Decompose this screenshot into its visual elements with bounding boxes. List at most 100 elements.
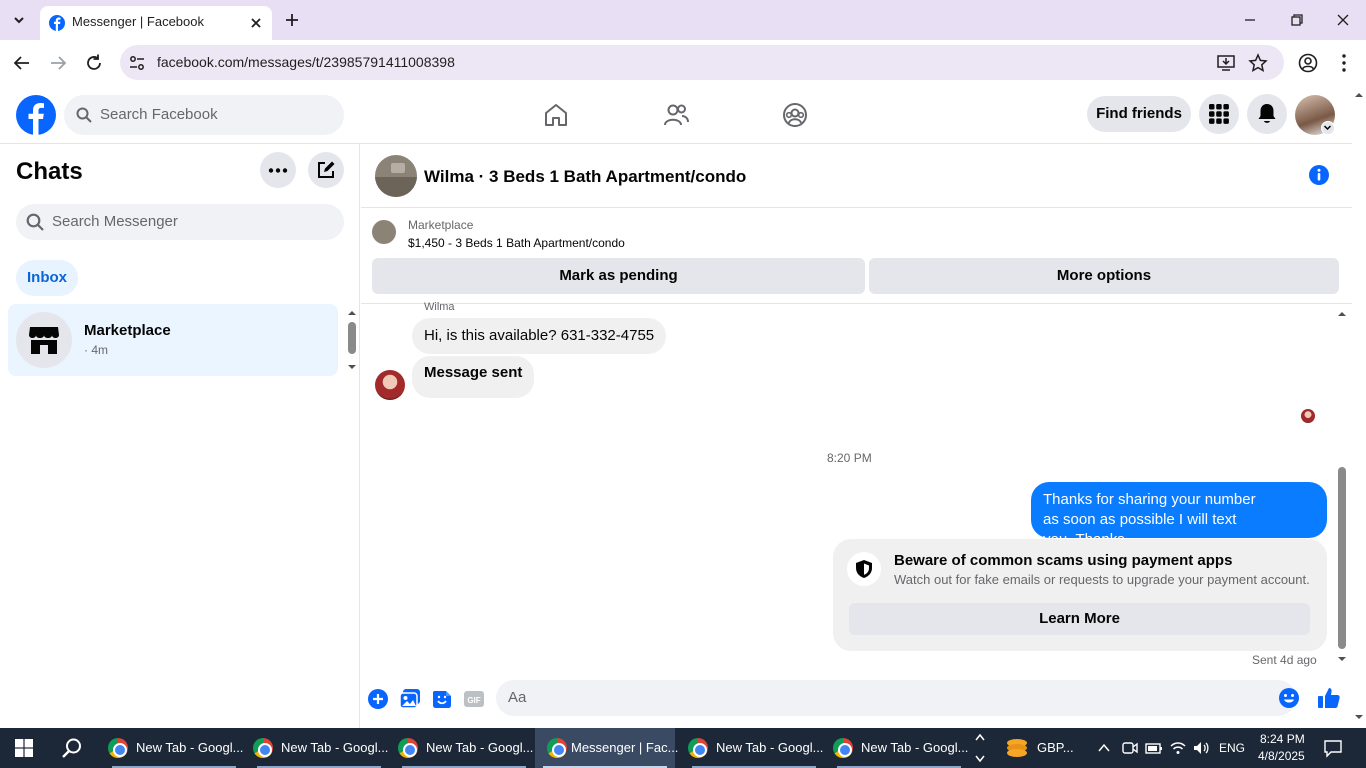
meet-now-icon[interactable]	[1121, 739, 1139, 757]
language-indicator[interactable]: ENG	[1219, 741, 1245, 755]
address-bar[interactable]: facebook.com/messages/t/2398579141100839…	[120, 45, 1284, 80]
friends-nav-icon[interactable]	[663, 102, 689, 128]
taskbar-chrome-window[interactable]: New Tab - Googl...	[104, 728, 244, 768]
menu-grid-button[interactable]	[1199, 94, 1239, 134]
browser-tab-messenger[interactable]: Messenger | Facebook	[40, 6, 272, 40]
conversation-scrollbar-thumb[interactable]	[1338, 467, 1346, 649]
sidebar-scroll-down-icon[interactable]	[345, 362, 359, 372]
facebook-logo-icon[interactable]	[16, 95, 56, 135]
sticker-icon[interactable]	[431, 688, 453, 710]
taskbar-window-label: New Tab - Googl...	[861, 740, 969, 755]
clock-time[interactable]: 8:24 PM	[1260, 732, 1305, 746]
outgoing-message[interactable]: Thanks for sharing your number as soon a…	[1031, 482, 1327, 548]
facebook-search-input[interactable]: Search Facebook	[64, 95, 344, 135]
wifi-icon[interactable]	[1169, 739, 1187, 757]
chat-options-button[interactable]	[260, 152, 296, 188]
conversation-title[interactable]: Wilma · 3 Beds 1 Bath Apartment/condo	[424, 167, 746, 187]
battery-icon[interactable]	[1145, 739, 1163, 757]
info-icon[interactable]	[1308, 164, 1330, 186]
scam-warning-card: Beware of common scams using payment app…	[833, 539, 1327, 651]
facebook-header: Search Facebook Find friends	[0, 86, 1352, 144]
marketplace-avatar	[16, 312, 72, 368]
more-actions-plus-icon[interactable]	[367, 688, 389, 710]
grid-menu-icon	[1209, 104, 1229, 124]
mark-as-pending-button[interactable]: Mark as pending	[372, 258, 865, 294]
taskbar-window-label: New Tab - Googl...	[426, 740, 534, 755]
currency-coins-icon[interactable]	[1005, 737, 1029, 759]
taskbar-window-label: Messenger | Fac...	[571, 740, 679, 755]
account-chevron[interactable]	[1321, 121, 1335, 135]
chrome-icon	[547, 738, 567, 758]
site-settings-icon[interactable]	[128, 54, 146, 72]
svg-text:GIF: GIF	[467, 696, 480, 705]
listing-title[interactable]: $1,450 - 3 Beds 1 Bath Apartment/condo	[408, 236, 625, 250]
chevron-down-icon	[1323, 125, 1332, 131]
marketplace-label: Marketplace	[408, 218, 474, 232]
reload-icon[interactable]	[84, 53, 104, 73]
conversation-scroll-down-icon[interactable]	[1335, 654, 1349, 664]
like-thumbs-up-icon[interactable]	[1317, 686, 1341, 710]
conversation-scroll-up-icon[interactable]	[1335, 309, 1349, 319]
taskbar-search-icon[interactable]	[61, 737, 83, 759]
taskbar-chrome-window[interactable]: New Tab - Googl...	[394, 728, 534, 768]
chat-list-item[interactable]: Marketplace · 4m	[8, 304, 338, 376]
messenger-search-input[interactable]: Search Messenger	[16, 204, 344, 240]
sidebar-scroll-up-icon[interactable]	[345, 308, 359, 318]
new-message-button[interactable]	[308, 152, 344, 188]
emoji-icon[interactable]	[1278, 687, 1300, 709]
minimize-icon[interactable]	[1242, 12, 1258, 28]
chrome-icon	[253, 738, 273, 758]
taskbar-chrome-window[interactable]: New Tab - Googl...	[249, 728, 389, 768]
taskbar-window-label: New Tab - Googl...	[716, 740, 824, 755]
more-options-button[interactable]: More options	[869, 258, 1339, 294]
close-window-icon[interactable]	[1335, 12, 1351, 28]
clock-date[interactable]: 4/8/2025	[1258, 749, 1305, 763]
find-friends-button[interactable]: Find friends	[1087, 96, 1191, 132]
listing-thumbnail[interactable]	[372, 220, 396, 244]
profile-icon[interactable]	[1297, 52, 1319, 74]
home-nav-icon[interactable]	[543, 102, 569, 128]
page-scroll-down-icon[interactable]	[1352, 712, 1366, 722]
attach-photo-icon[interactable]	[399, 688, 421, 710]
groups-nav-icon[interactable]	[782, 102, 808, 128]
notifications-button[interactable]	[1247, 94, 1287, 134]
taskbar-chrome-window-active[interactable]: Messenger | Fac...	[535, 728, 679, 768]
notification-center-icon[interactable]	[1323, 738, 1343, 758]
back-arrow-icon[interactable]	[12, 53, 32, 73]
windows-start-icon[interactable]	[15, 739, 33, 757]
taskbar-chrome-window[interactable]: New Tab - Googl...	[684, 728, 824, 768]
close-tab-icon[interactable]	[248, 15, 264, 31]
sidebar-scrollbar-thumb[interactable]	[348, 322, 356, 354]
bookmark-star-icon[interactable]	[1248, 53, 1268, 73]
tab-search-button[interactable]	[6, 8, 32, 32]
tray-overflow-chevron-icon[interactable]	[1097, 741, 1111, 755]
incoming-message[interactable]: Message sent	[412, 356, 535, 398]
windows-taskbar: New Tab - Googl... New Tab - Googl... Ne…	[0, 728, 1366, 768]
install-app-icon[interactable]	[1216, 53, 1236, 73]
volume-icon[interactable]	[1192, 739, 1210, 757]
conversation-avatar[interactable]	[375, 155, 417, 197]
browser-toolbar: facebook.com/messages/t/2398579141100839…	[0, 40, 1366, 86]
taskbar-scroll-arrows-icon[interactable]	[974, 731, 986, 765]
message-placeholder: Aa	[508, 689, 527, 706]
new-tab-icon[interactable]	[283, 11, 301, 29]
chat-time: · 4m	[84, 343, 108, 357]
message-timestamp: 8:20 PM	[827, 451, 872, 465]
storefront-icon	[29, 327, 59, 354]
search-placeholder: Search Facebook	[100, 106, 218, 123]
incoming-message[interactable]: Hi, is this available? 631-332-4755	[412, 318, 667, 354]
chrome-icon	[108, 738, 128, 758]
page-scroll-up-icon[interactable]	[1352, 90, 1366, 100]
taskbar-chrome-window[interactable]: New Tab - Googl...	[829, 728, 969, 768]
inbox-filter-tab[interactable]: Inbox	[16, 260, 78, 296]
sender-avatar[interactable]	[375, 370, 405, 400]
message-input[interactable]: Aa	[496, 680, 1299, 716]
learn-more-button[interactable]: Learn More	[849, 603, 1310, 635]
forward-arrow-icon[interactable]	[48, 53, 68, 73]
outgoing-message-line: Thanks for sharing your number	[1043, 491, 1256, 508]
currency-ticker[interactable]: GBP...	[1037, 740, 1074, 755]
sent-status: Sent 4d ago	[1252, 653, 1317, 667]
gif-icon[interactable]: GIF	[463, 688, 485, 710]
restore-icon[interactable]	[1289, 12, 1305, 28]
browser-menu-icon[interactable]	[1334, 52, 1354, 74]
